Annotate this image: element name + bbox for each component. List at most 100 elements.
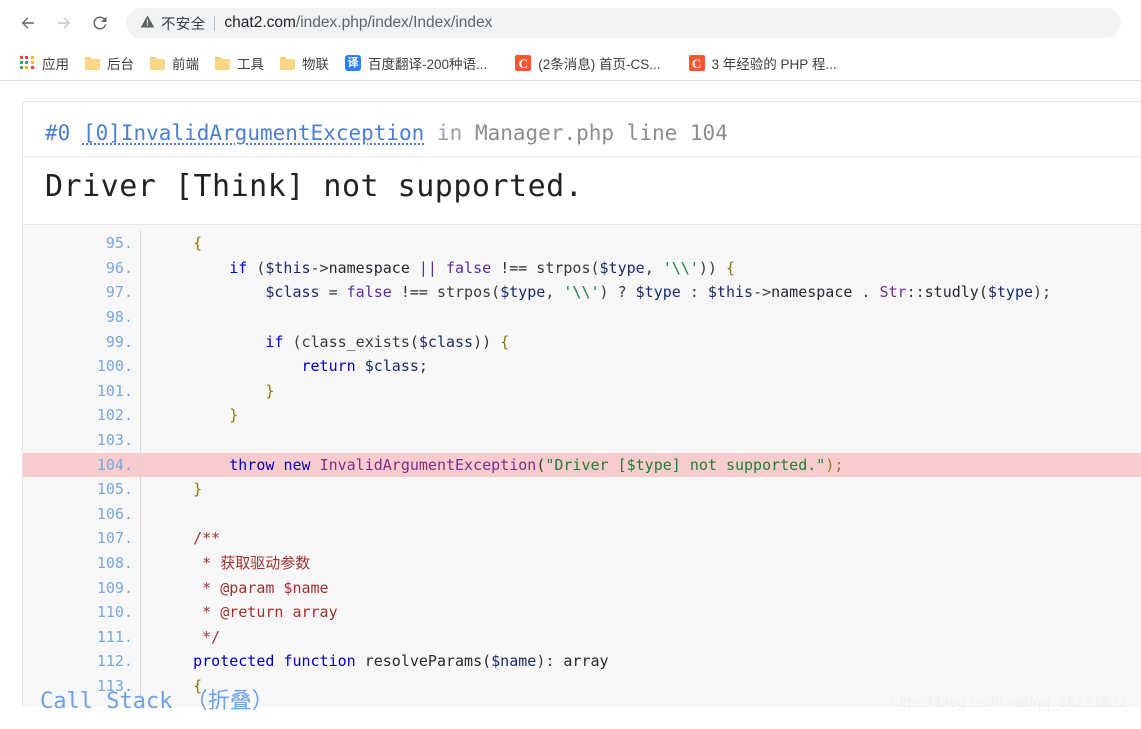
line-number: 110. [23,600,141,625]
code-line: 95. { [23,231,1141,256]
address-bar[interactable]: 不安全 chat2.com/index.php/index/Index/inde… [126,8,1121,38]
url-host: chat2.com [224,14,296,31]
csdn-icon-glyph: C [518,55,528,71]
line-number: 101. [23,378,141,404]
forward-button[interactable] [46,5,82,41]
folder-icon [280,56,295,70]
code-line-source: */ [157,627,221,646]
watermark: https://blog.csdn.net/qq_38231822 [890,694,1127,711]
bookmark-label: 百度翻译-200种语... [368,57,488,72]
reload-icon [90,13,110,33]
security-label: 不安全 [161,16,206,33]
code-line-source: protected function resolveParams($name):… [193,652,609,671]
code-line: 110. * @return array [23,600,1141,625]
csdn-icon: C [515,55,532,71]
bookmark-label: 前端 [172,57,199,72]
url-path: /index.php/index/Index/index [295,14,493,31]
back-button[interactable] [10,5,46,41]
line-number: 103. [23,428,141,453]
exception-frame-number: #0 [45,121,71,145]
line-number: 105. [23,477,141,502]
line-number: 108. [23,550,141,576]
translate-icon-glyph: 译 [347,56,359,69]
code-line: 103. [23,428,1141,453]
bookmark-label: 应用 [42,57,69,72]
code-line: 101. } [23,378,1141,404]
apps-grid-icon [20,55,35,71]
bookmark-csdn-php[interactable]: C 3 年经验的 PHP 程... [681,50,845,76]
code-line-source: throw new InvalidArgumentException("Driv… [229,455,844,474]
code-line: 111. */ [23,624,1141,650]
bookmarks-bar: 应用 后台 前端 工具 物联 译 百度翻译-200种语... C (2条消息) … [0,46,1141,81]
reload-button[interactable] [82,5,118,41]
bookmark-label: 3 年经验的 PHP 程... [711,57,837,72]
exception-in-word: in [436,121,463,145]
code-line-source [141,305,1141,330]
code-line-highlighted: 104. throw new InvalidArgumentException(… [23,452,1141,478]
omnibox-divider [214,15,216,31]
code-line: 100. return $class; [23,354,1141,379]
exception-card: #0 [0]InvalidArgumentException in Manage… [22,101,1141,707]
folder-icon [85,56,100,70]
code-line-source: } [229,406,239,425]
line-number: 104. [23,452,141,478]
bookmark-apps[interactable]: 应用 [12,50,77,76]
security-status-chip[interactable]: 不安全 [140,13,205,34]
exception-class-link[interactable]: [0]InvalidArgumentException [83,121,424,145]
code-line: 98. [23,305,1141,330]
bookmark-baidu-translate[interactable]: 译 百度翻译-200种语... [337,50,495,76]
exception-line-word: line [626,121,678,145]
exception-message: Driver [Think] not supported. [45,169,584,205]
arrow-right-icon [54,13,74,33]
code-line: 107. /** [23,526,1141,551]
code-line-source [141,502,1141,527]
csdn-icon: C [688,55,705,71]
arrow-left-icon [18,13,38,33]
line-number: 111. [23,624,141,650]
bookmark-label: 物联 [302,57,329,72]
code-line-source [141,428,1141,453]
code-line-source: { [193,234,203,253]
csdn-icon-glyph: C [691,55,702,71]
code-line: 97. $class = false !== strpos($type, '\\… [23,280,1141,306]
code-line: 108. * 获取驱动参数 [23,550,1141,576]
bookmark-csdn-home[interactable]: C (2条消息) 首页-CS... [507,50,668,76]
code-line-source: if (class_exists($class)) { [265,332,510,351]
code-line-source: * @param $name [157,578,329,597]
line-number: 97. [23,280,141,306]
bookmark-label: 工具 [237,57,264,72]
code-line: 96. if ($this->namespace || false !== st… [23,255,1141,281]
exception-line-number: 104 [689,121,728,145]
page-content: #0 [0]InvalidArgumentException in Manage… [0,81,1141,729]
url-display[interactable]: chat2.com/index.php/index/Index/index [224,14,492,32]
warning-triangle-icon [140,14,155,33]
code-line-source: } [265,381,275,400]
line-number: 102. [23,403,141,428]
line-number: 106. [23,501,141,527]
line-number: 95. [23,231,141,256]
code-line-source: return $class; [301,357,428,376]
line-number: 98. [23,305,141,330]
translate-icon: 译 [345,55,361,71]
code-line-source: * 获取驱动参数 [157,553,311,572]
browser-chrome: 不安全 chat2.com/index.php/index/Index/inde… [0,0,1141,81]
bookmark-folder-gongju[interactable]: 工具 [207,50,272,76]
bookmark-folder-houtai[interactable]: 后台 [77,50,142,76]
code-line-source: } [193,480,203,499]
code-line: 105. } [23,477,1141,502]
source-code-viewer: 95. {96. if ($this->namespace || false !… [23,224,1141,707]
code-line-source: * @return array [157,603,338,622]
line-number: 109. [23,575,141,601]
bookmark-label: (2条消息) 首页-CS... [538,57,661,72]
exception-file: Manager.php [474,121,615,145]
call-stack-toggle[interactable]: Call Stack （折叠） [22,671,274,729]
line-number: 96. [23,255,141,281]
exception-header: #0 [0]InvalidArgumentException in Manage… [23,102,1141,158]
browser-toolbar: 不安全 chat2.com/index.php/index/Index/inde… [0,0,1141,46]
code-line-source: $class = false !== strpos($type, '\\') ?… [265,283,1052,302]
bookmark-folder-qianduan[interactable]: 前端 [142,50,207,76]
code-line: 106. [23,501,1141,527]
bookmark-folder-wulian[interactable]: 物联 [272,50,337,76]
code-line: 99. if (class_exists($class)) { [23,329,1141,355]
line-number: 107. [23,526,141,551]
